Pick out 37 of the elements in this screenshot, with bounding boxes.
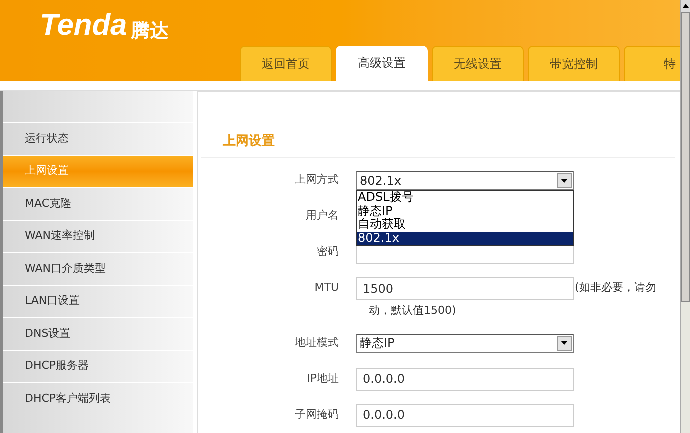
field-label: IP地址 [306, 370, 340, 387]
hint-text: 动，默认值1500) [369, 302, 458, 318]
sidebar-item[interactable]: LAN口设置 [3, 284, 193, 317]
sidebar-item[interactable]: DHCP客户端列表 [3, 382, 193, 414]
input-field[interactable]: 0.0.0.0 [356, 404, 574, 426]
field-label: MTU [314, 280, 340, 296]
sidebar-item[interactable]: WAN速率控制 [3, 220, 193, 252]
nav-tab[interactable]: 高级设置 [336, 46, 428, 81]
field-label: 子网掩码 [294, 406, 340, 423]
nav-tab[interactable]: 带宽控制 [528, 46, 620, 81]
sidebar-item[interactable]: DNS设置 [3, 317, 193, 350]
scroll-up-icon[interactable] [682, 4, 688, 8]
input-field[interactable]: 1500 [356, 277, 574, 300]
field-label: 密码 [316, 244, 340, 260]
nav-tab[interactable]: 无线设置 [432, 46, 524, 81]
hint-text: (如非必要，请勿 [574, 280, 656, 296]
caret-icon [557, 173, 572, 188]
dropdown-option[interactable]: 802.1x [357, 232, 573, 245]
select-field[interactable]: 802.1x [356, 171, 574, 190]
input-field[interactable]: 0.0.0.0 [356, 368, 574, 390]
nav-tab[interactable]: 特 [624, 46, 680, 81]
caret-icon [557, 336, 572, 350]
dropdown-option[interactable]: 静态IP [357, 204, 573, 218]
logo-text: 腾达 [131, 22, 170, 41]
section-title: 上网设置 [201, 132, 675, 158]
nav-tab[interactable]: 返回首页 [240, 46, 332, 81]
logo: Tenda [40, 10, 128, 41]
sidebar-item[interactable]: DHCP服务器 [3, 350, 193, 382]
scroll-thumb[interactable] [681, 12, 690, 302]
field-label: 用户名 [305, 208, 340, 224]
sidebar-item[interactable]: MAC克隆 [3, 187, 193, 220]
select-field[interactable]: 静态IP [356, 334, 574, 352]
field-label: 地址模式 [294, 334, 340, 351]
dropdown-option[interactable]: 自动获取 [357, 218, 573, 232]
dropdown-option[interactable]: ADSL拨号 [357, 191, 573, 204]
field-label: 上网方式 [294, 172, 340, 188]
sidebar-item[interactable]: WAN口介质类型 [3, 252, 193, 284]
